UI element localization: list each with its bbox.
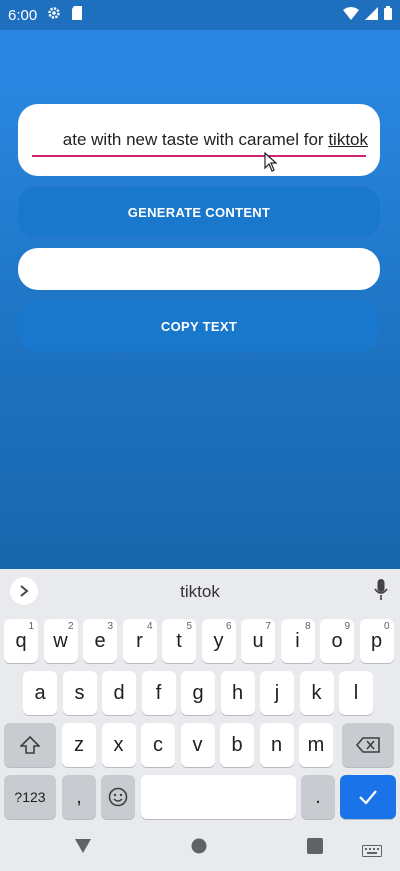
key-label: w: [53, 629, 68, 652]
key-number-hint: 2: [67, 621, 74, 632]
keyboard-switch-icon[interactable]: [362, 844, 382, 862]
prompt-text-plain: ate with new taste with caramel for: [62, 130, 329, 149]
key-y[interactable]: y6: [201, 619, 236, 663]
prompt-input-text: ate with new taste with caramel for tikt…: [32, 130, 368, 150]
suggestion-word[interactable]: tiktok: [0, 582, 400, 602]
status-time: 6:00: [8, 6, 38, 24]
key-f[interactable]: f: [141, 671, 176, 715]
space-key[interactable]: [141, 775, 296, 819]
suggestion-strip: tiktok: [0, 569, 400, 613]
key-h[interactable]: h: [220, 671, 255, 715]
result-output-field[interactable]: [18, 248, 380, 290]
checkmark-icon: [359, 790, 377, 805]
app-bar: [0, 30, 400, 84]
key-j[interactable]: j: [260, 671, 294, 715]
key-k[interactable]: k: [299, 671, 334, 715]
key-r[interactable]: r4: [122, 619, 157, 663]
generate-content-button[interactable]: GENERATE CONTENT: [18, 187, 380, 237]
emoji-key[interactable]: [101, 775, 135, 819]
back-icon[interactable]: [74, 838, 92, 859]
status-bar: 6:00: [0, 0, 400, 30]
symbols-key[interactable]: ?123: [4, 775, 56, 819]
navigation-bar: [0, 826, 400, 871]
key-label: u: [252, 629, 264, 652]
soft-keyboard: tiktok q1w2e3r4t5y6u7i8o9p0 asdfghjkl zx…: [0, 569, 400, 826]
enter-key[interactable]: [340, 775, 396, 819]
key-v[interactable]: v: [180, 723, 215, 767]
key-l[interactable]: l: [339, 671, 373, 715]
key-c[interactable]: c: [141, 723, 175, 767]
signal-icon: [365, 6, 378, 24]
key-label: y: [213, 629, 224, 652]
main-content: ate with new taste with caramel for tikt…: [0, 84, 400, 569]
key-number-hint: 3: [107, 621, 113, 632]
battery-icon: [384, 6, 392, 24]
key-e[interactable]: e3: [83, 619, 117, 663]
home-icon[interactable]: [191, 838, 207, 859]
key-number-hint: 5: [186, 621, 192, 632]
gear-icon: [47, 6, 61, 24]
key-b[interactable]: b: [220, 723, 254, 767]
key-label: o: [331, 629, 343, 652]
key-label: e: [94, 629, 106, 652]
mouse-pointer-icon: [264, 151, 278, 177]
key-number-hint: 8: [304, 621, 311, 632]
key-t[interactable]: t5: [162, 619, 196, 663]
key-z[interactable]: z: [62, 723, 96, 767]
key-number-hint: 1: [28, 621, 34, 632]
copy-text-button[interactable]: COPY TEXT: [18, 301, 380, 351]
key-g[interactable]: g: [181, 671, 215, 715]
key-label: t: [176, 629, 182, 652]
input-underline: [32, 155, 366, 157]
key-i[interactable]: i8: [280, 619, 315, 663]
key-p[interactable]: p0: [359, 619, 394, 663]
prompt-text-composing: tiktok: [328, 130, 368, 149]
key-a[interactable]: a: [23, 671, 57, 715]
shift-key[interactable]: [4, 723, 56, 767]
key-label: q: [15, 629, 27, 652]
key-m[interactable]: m: [299, 723, 333, 767]
key-q[interactable]: q1: [4, 619, 38, 663]
key-number-hint: 6: [225, 621, 232, 632]
key-s[interactable]: s: [62, 671, 97, 715]
microphone-icon[interactable]: [374, 579, 388, 606]
sd-card-icon: [71, 6, 83, 24]
key-label: i: [295, 629, 300, 652]
emoji-icon: [108, 787, 128, 807]
key-n[interactable]: n: [259, 723, 294, 767]
key-d[interactable]: d: [102, 671, 136, 715]
key-number-hint: 7: [265, 621, 271, 632]
key-x[interactable]: x: [101, 723, 136, 767]
period-key[interactable]: .: [301, 775, 335, 819]
key-label: p: [370, 629, 383, 652]
key-number-hint: 9: [344, 621, 350, 632]
key-u[interactable]: u7: [241, 619, 275, 663]
key-number-hint: 4: [146, 621, 153, 632]
prompt-input[interactable]: ate with new taste with caramel for tikt…: [18, 104, 380, 176]
wifi-icon: [343, 6, 359, 24]
key-o[interactable]: o9: [320, 619, 354, 663]
key-label: r: [136, 629, 143, 652]
comma-key[interactable]: ,: [62, 775, 96, 819]
recents-icon[interactable]: [307, 838, 323, 859]
key-number-hint: 0: [383, 621, 390, 632]
key-w[interactable]: w2: [43, 619, 78, 663]
backspace-key[interactable]: [342, 723, 394, 767]
